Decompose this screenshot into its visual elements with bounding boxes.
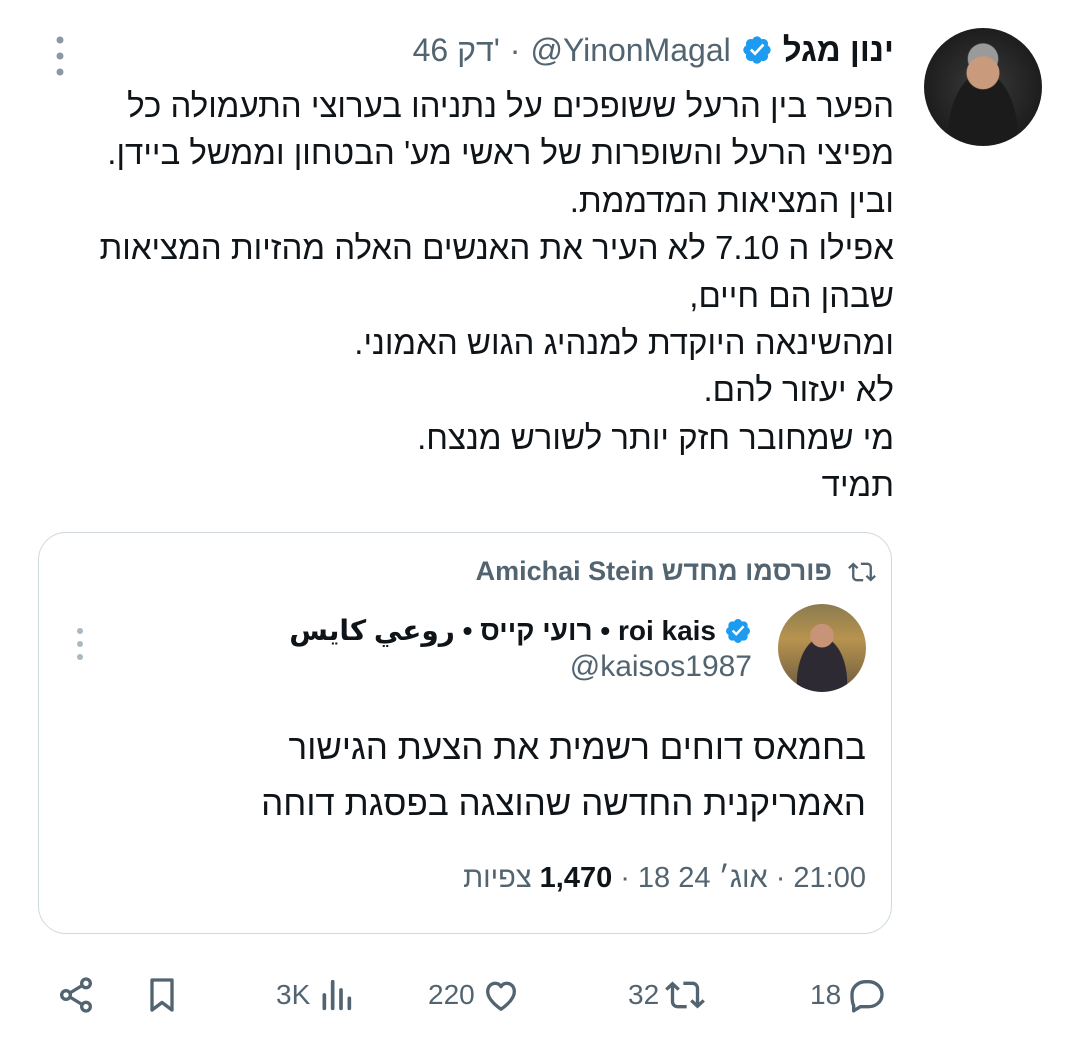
reply-count: 18 [810,979,842,1010]
share-button[interactable] [56,960,96,1030]
share-icon [60,977,92,1013]
action-bar: 3K 220 32 18 [0,960,1080,1030]
post-text-line: אפילו ה 7.10 לא העיר את האנשים האלה מהזי… [99,229,894,267]
repost-label[interactable]: Amichai Stein פורסמו מחדש [476,556,832,587]
like-count: 220 [428,979,475,1010]
post-text-line: שבהן הם חיים, [689,276,894,314]
like-button[interactable]: 220 [428,960,521,1030]
quoted-text-line: האמריקנית החדשה שהוצגה בפסגת דוחה [261,784,866,823]
views-chart-icon [322,979,352,1011]
reply-icon [850,980,884,1013]
separator-dot: · [509,31,521,68]
repost-count: 32 [628,979,660,1010]
heart-icon [485,981,516,1011]
bookmark-button[interactable] [142,960,182,1030]
separator-dot: · [775,862,786,894]
repost-icon [665,981,706,1009]
bookmark-icon [150,978,174,1012]
views-count: 3K [276,979,311,1010]
separator-dot: · [620,862,630,894]
verified-badge-icon [743,36,771,64]
quoted-author-avatar[interactable] [778,604,866,692]
post-text-line: הפער בין הרעל ששופכים על נתניהו בערוצי ה… [127,87,894,124]
author-handle[interactable]: @YinonMagal [530,32,730,69]
quoted-author-handle[interactable]: @kaisos1987 [570,650,752,684]
quoted-more-options-icon[interactable] [72,626,88,662]
quoted-views-count: 1,470 [539,862,613,894]
post-text-line: ומהשינאה היוקדת למנהיג הגוש האמוני. [354,324,894,362]
post-text: הפער בין הרעל ששופכים על נתניהו בערוצי ה… [44,82,894,509]
post-text-line: לא יעזור להם. [703,371,894,409]
post-text-line: תמיד [821,466,894,504]
repost-button[interactable]: 32 [628,960,706,1030]
post-time[interactable]: 46 דק' [413,32,500,69]
post-text-line: ובין המציאות המדממת. [569,181,894,219]
post-header: ינון מגל @YinonMagal · 46 דק' [413,28,894,72]
reply-button[interactable]: 18 [810,960,887,1030]
author-name[interactable]: ינון מגל [783,31,894,69]
quoted-time: 21:00 [793,862,866,894]
quoted-post-text: בחמאס דוחים רשמית את הצעת הגישור האמריקנ… [261,720,866,832]
more-options-icon[interactable] [50,34,70,78]
quoted-text-line: בחמאס דוחים רשמית את הצעת הגישור [288,728,866,767]
repost-indicator: Amichai Stein פורסמו מחדש [476,556,876,587]
post-text-line: מי שמחובר חזק יותר לשורש מנצח. [417,418,894,456]
quoted-post-meta: 21:00 · 18 אוג׳ 24 · 1,470 צפיות [463,862,866,895]
author-avatar[interactable] [924,28,1042,146]
quoted-views-label: צפיות [463,862,532,894]
quoted-author-row: roi kais • רועי קייס • روعي كايس [289,614,752,647]
post-text-line: מפיצי הרעל והשופרות של ראשי מע' הבטחון ו… [107,134,894,172]
quoted-date: 18 אוג׳ 24 [637,862,768,894]
quoted-author-name[interactable]: roi kais • רועי קייס • روعي كايس [289,614,716,647]
verified-badge-icon [726,618,750,643]
views-button[interactable]: 3K [276,960,356,1030]
repost-icon [848,562,876,581]
